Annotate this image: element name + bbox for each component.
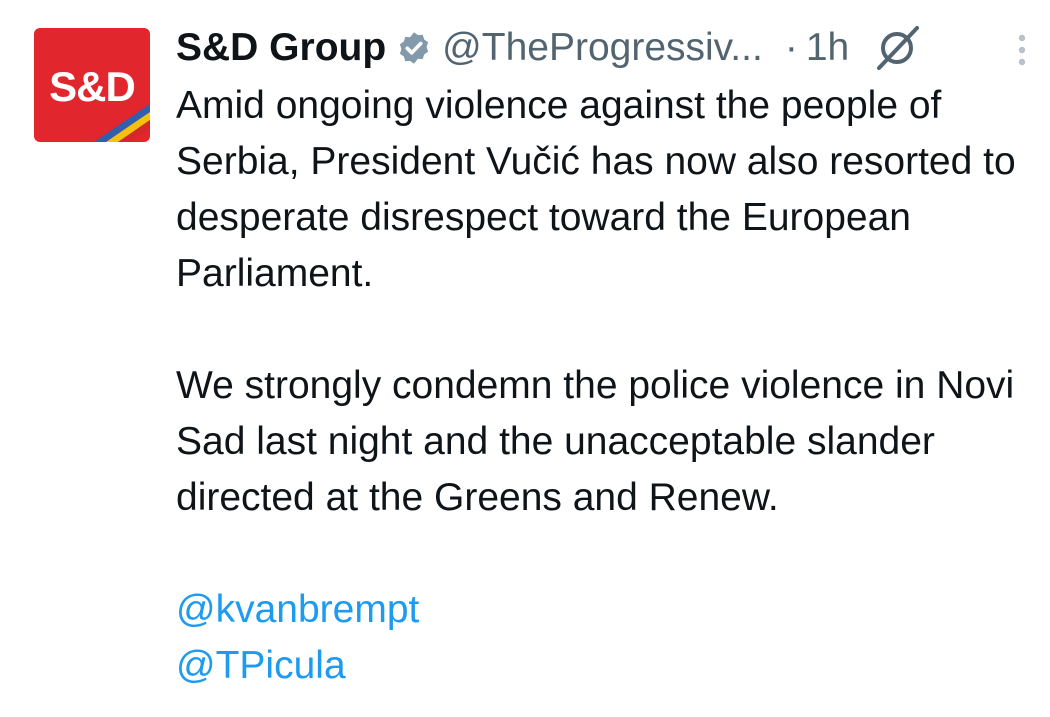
tweet-paragraph: We strongly condemn the police violence … xyxy=(176,364,1015,519)
more-options-icon[interactable] xyxy=(1010,30,1034,70)
display-name[interactable]: S&D Group xyxy=(176,26,386,70)
tweet-paragraph: Amid ongoing violence against the people… xyxy=(176,84,1016,295)
tweet-header: S&D Group @TheProgressiv... · 1h xyxy=(176,18,923,78)
grok-icon[interactable] xyxy=(871,22,923,74)
avatar-logo-text: S&D xyxy=(49,63,136,110)
timestamp[interactable]: 1h xyxy=(806,26,849,70)
mention-link[interactable]: @kvanbrempt xyxy=(176,582,1036,638)
handle[interactable]: @TheProgressiv... xyxy=(442,26,763,70)
tweet-text: Amid ongoing violence against the people… xyxy=(176,78,1036,694)
separator-dot: · xyxy=(784,26,798,69)
mentions: @kvanbrempt @TPicula xyxy=(176,582,1036,694)
mention-link[interactable]: @TPicula xyxy=(176,638,1036,694)
verified-badge-icon[interactable] xyxy=(396,30,432,66)
avatar[interactable]: S&D xyxy=(34,28,150,142)
